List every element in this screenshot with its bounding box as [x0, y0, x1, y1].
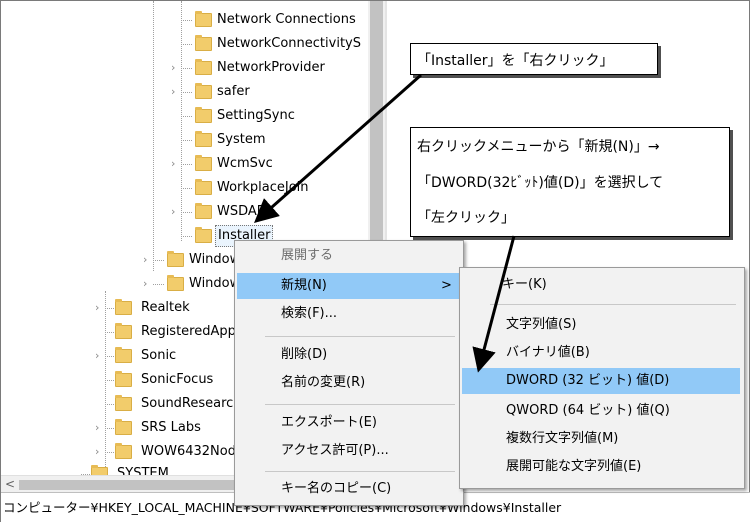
annotation-arrow	[472, 235, 516, 373]
registry-editor-window: Network Connections NetworkConnectivityS…	[0, 0, 750, 522]
annotation-arrow	[254, 73, 422, 223]
annotation-arrows	[254, 73, 516, 373]
